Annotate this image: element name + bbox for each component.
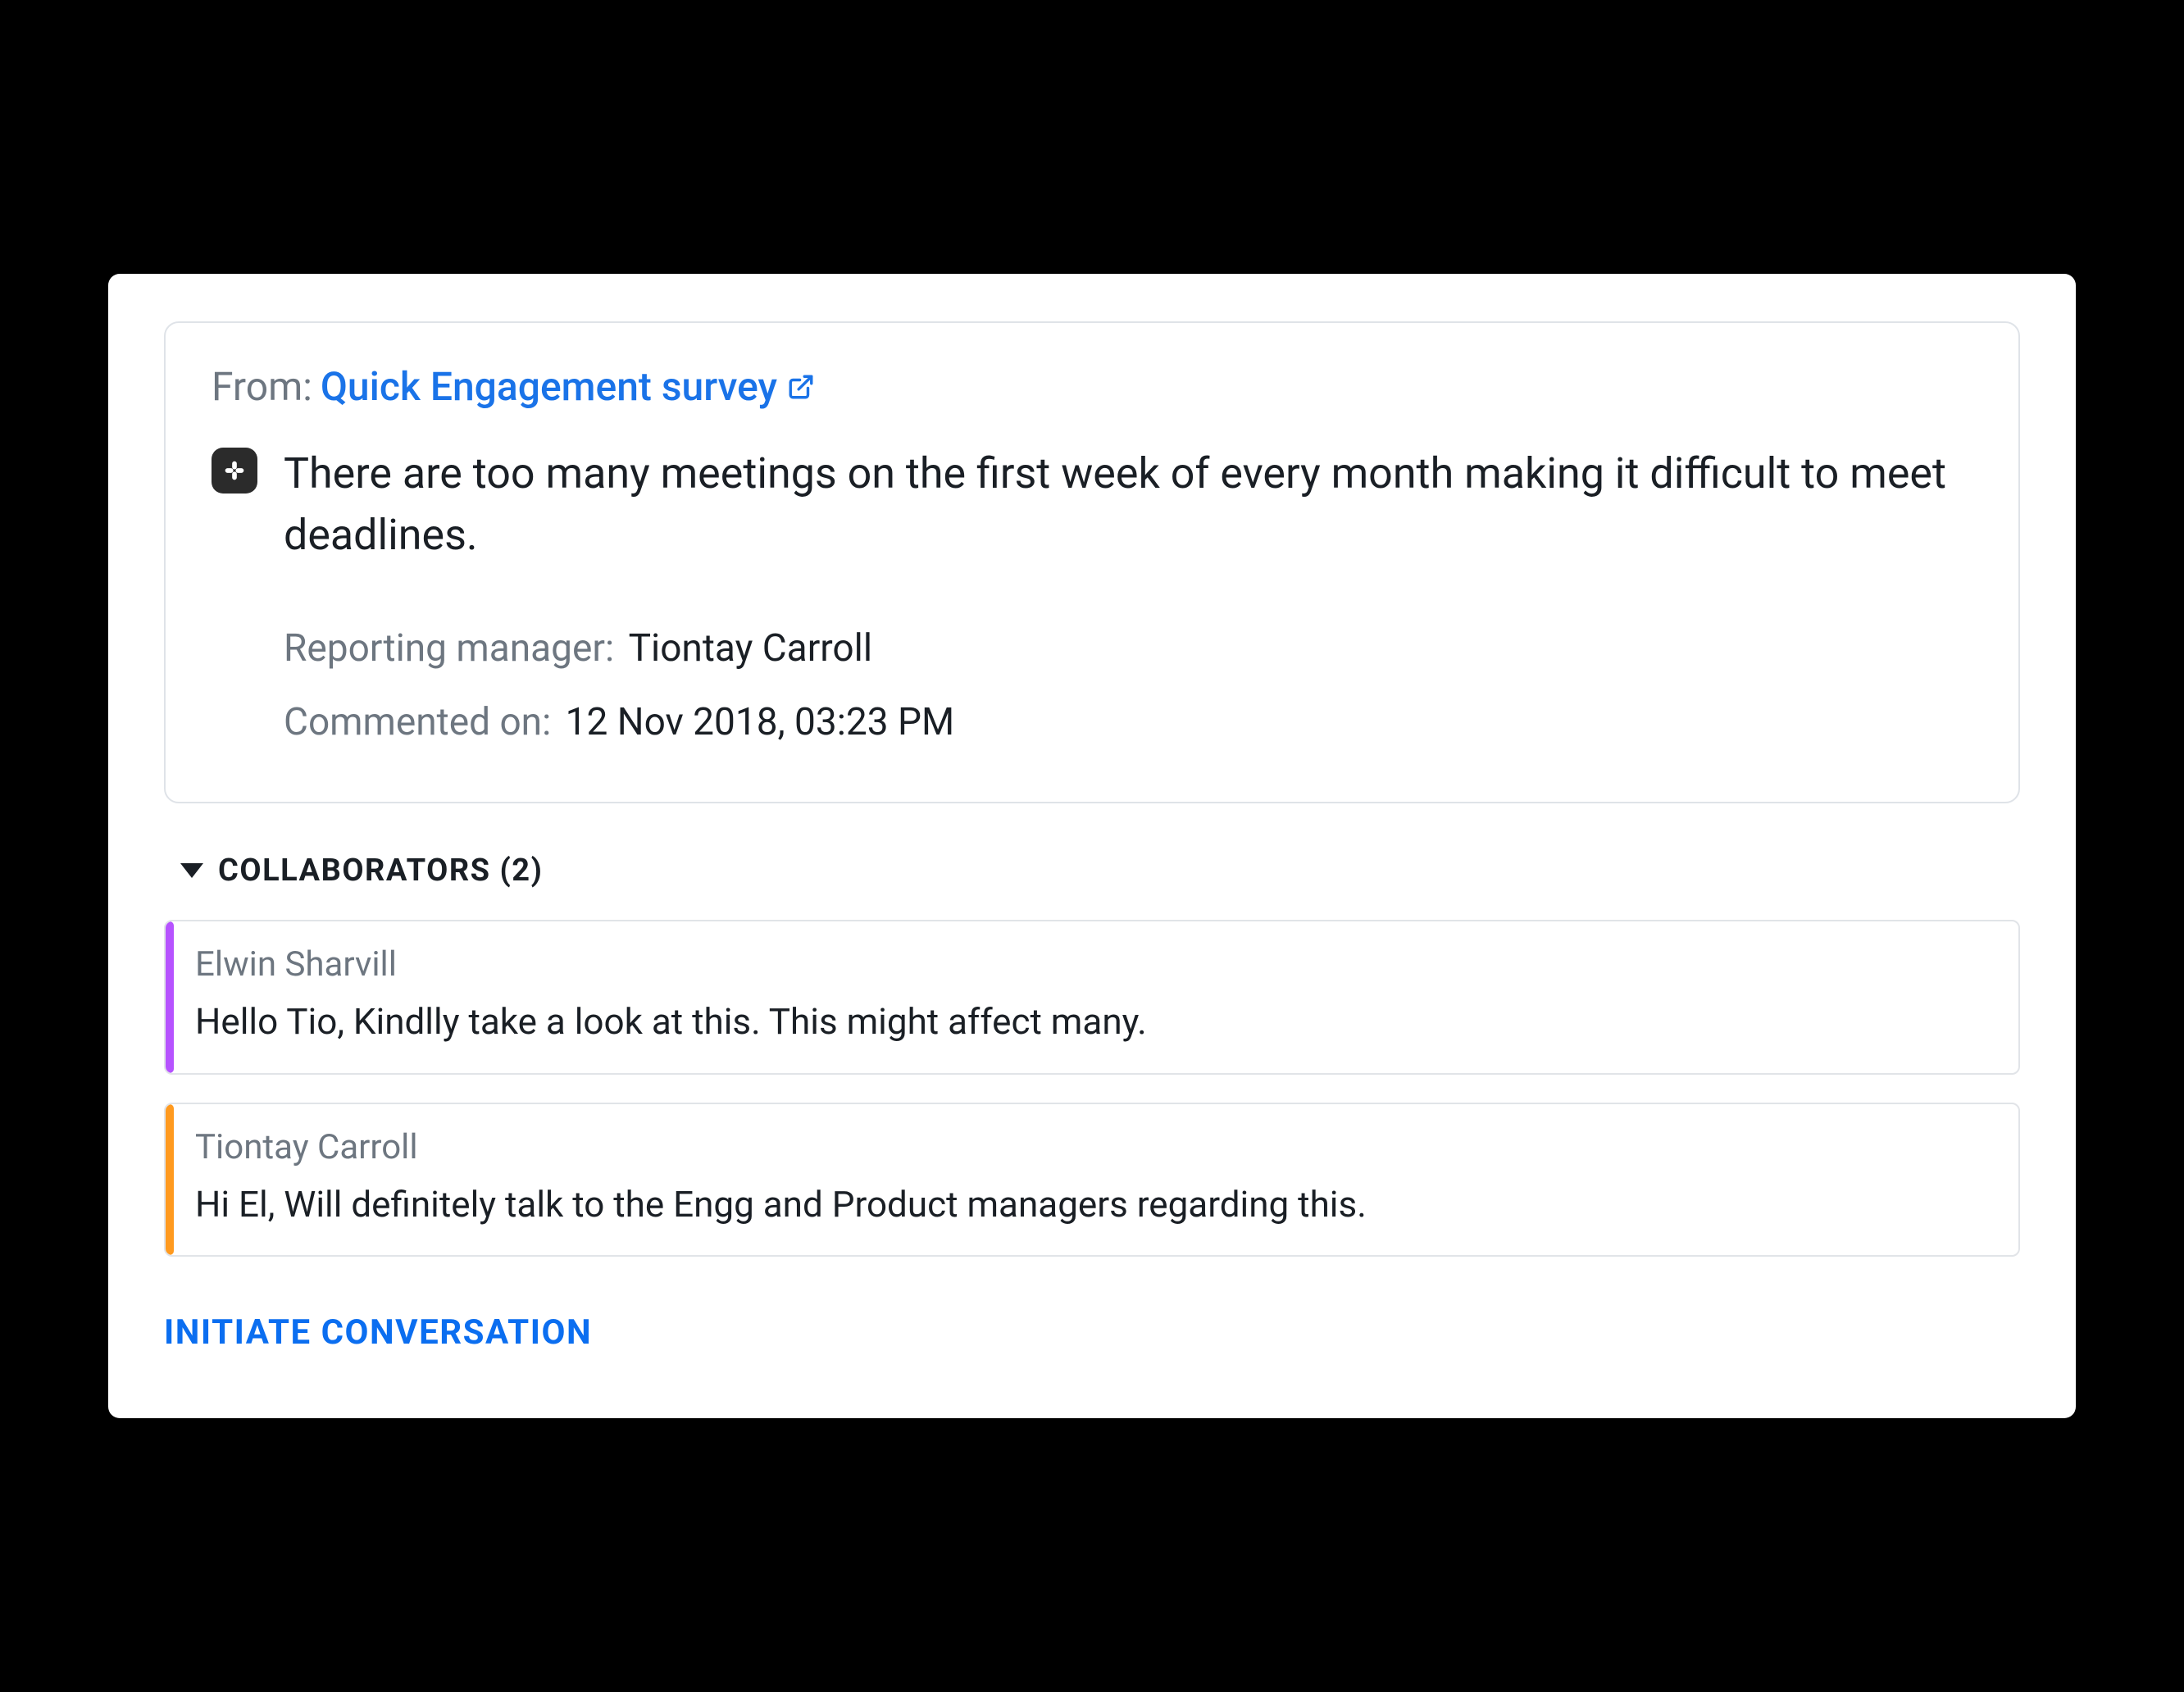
- from-label: From:: [212, 362, 312, 412]
- collaborator-comment: Elwin Sharvill Hello Tio, Kindlly take a…: [164, 920, 2020, 1074]
- commented-on-label: Commented on:: [284, 700, 551, 744]
- slack-icon: [212, 448, 257, 494]
- comment-text: Hi El, Will definitely talk to the Engg …: [195, 1180, 1989, 1229]
- external-link-icon: [787, 373, 815, 401]
- source-box: From: Quick Engagement survey: [164, 321, 2020, 803]
- feedback-body-row: There are too many meetings on the first…: [212, 443, 1972, 566]
- collaborator-comment: Tiontay Carroll Hi El, Will definitely t…: [164, 1103, 2020, 1257]
- reporting-manager-row: Reporting manager: Tiontay Carroll: [284, 612, 1972, 686]
- commented-on-value: 12 Nov 2018, 03:23 PM: [566, 700, 955, 744]
- comment-author: Elwin Sharvill: [195, 944, 1989, 985]
- commented-on-row: Commented on: 12 Nov 2018, 03:23 PM: [284, 686, 1972, 760]
- caret-down-icon: [180, 863, 203, 878]
- reporting-manager-value: Tiontay Carroll: [629, 626, 872, 671]
- reporting-manager-label: Reporting manager:: [284, 626, 614, 671]
- collaborators-list: Elwin Sharvill Hello Tio, Kindlly take a…: [164, 920, 2020, 1257]
- collaborators-toggle[interactable]: COLLABORATORS (2): [180, 853, 543, 889]
- source-link-text: Quick Engagement survey: [321, 362, 777, 412]
- from-row: From: Quick Engagement survey: [212, 362, 1972, 412]
- collaborators-title: COLLABORATORS (2): [218, 853, 543, 889]
- meta-block: Reporting manager: Tiontay Carroll Comme…: [212, 612, 1972, 759]
- feedback-body-text: There are too many meetings on the first…: [284, 443, 1972, 566]
- comment-text: Hello Tio, Kindlly take a look at this. …: [195, 998, 1989, 1046]
- source-link[interactable]: Quick Engagement survey: [321, 362, 815, 412]
- initiate-conversation-button[interactable]: INITIATE CONVERSATION: [164, 1312, 592, 1353]
- feedback-card: From: Quick Engagement survey: [108, 274, 2076, 1418]
- comment-author: Tiontay Carroll: [195, 1127, 1989, 1167]
